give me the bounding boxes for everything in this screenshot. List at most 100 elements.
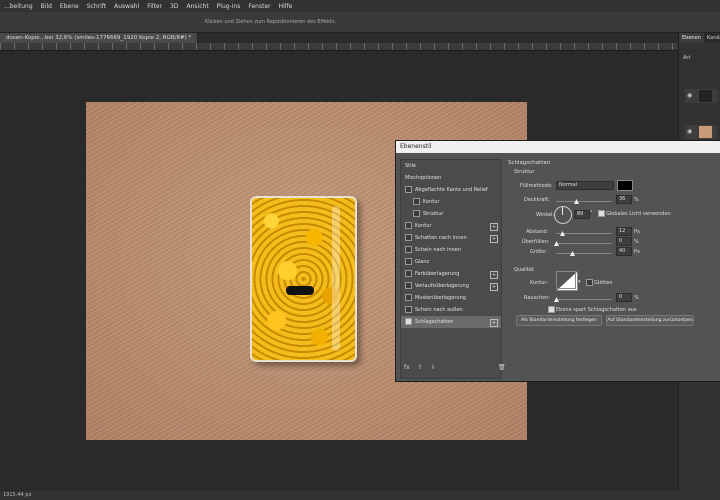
arrow-up-icon[interactable]: ⇧ <box>418 364 423 371</box>
tab-layers[interactable]: Ebenen <box>679 33 704 43</box>
shadow-color-swatch[interactable] <box>617 180 633 191</box>
visibility-eye-icon[interactable]: ◉ <box>687 92 692 99</box>
menu-item[interactable]: Hilfe <box>279 3 293 10</box>
menu-item[interactable]: Bild <box>41 3 52 10</box>
make-default-button[interactable]: Als Standardeinstellung festlegen <box>516 315 602 326</box>
options-hint: Klicken und Ziehen zum Repositionieren d… <box>205 19 337 25</box>
style-item-inner-glow[interactable]: Schein nach innen <box>401 244 501 256</box>
checkbox[interactable] <box>405 258 412 265</box>
emoji-sunglasses <box>286 286 314 295</box>
size-label: Größe: <box>530 249 547 255</box>
fill-method-select[interactable]: Normal <box>556 181 614 190</box>
distance-slider[interactable] <box>556 233 612 234</box>
section-title: Schlagschatten <box>508 160 551 166</box>
opacity-input[interactable]: 36 <box>616 195 632 204</box>
layer-row[interactable]: ◉ <box>685 125 717 139</box>
smooth-checkbox[interactable] <box>586 279 593 286</box>
angle-dial-needle <box>562 207 563 215</box>
menu-item[interactable]: 3D <box>170 3 178 10</box>
horizontal-ruler <box>0 43 678 51</box>
style-item-gradient-overlay[interactable]: Verlaufsüberlagerung + <box>401 280 501 292</box>
checkbox[interactable] <box>405 270 412 277</box>
checkbox[interactable] <box>405 222 412 229</box>
menu-item[interactable]: ...beitung <box>4 3 33 10</box>
noise-label: Rauschen: <box>524 295 551 301</box>
checkbox[interactable] <box>413 210 420 217</box>
reset-default-button[interactable]: Auf Standardeinstellung zurücksetzen <box>606 315 694 326</box>
subsection-title: Struktur <box>514 169 535 175</box>
global-light-checkbox[interactable] <box>598 210 605 217</box>
drop-shadow-settings: Schlagschatten Struktur Füllmethode: Nor… <box>506 155 716 377</box>
spread-input[interactable]: 0 <box>616 237 632 246</box>
add-icon[interactable]: + <box>490 223 498 231</box>
add-icon[interactable]: + <box>490 283 498 291</box>
layer-thumbnail <box>699 126 712 138</box>
quality-title: Qualität <box>514 267 534 273</box>
opacity-label: Deckkraft: <box>524 197 550 203</box>
style-item-drop-shadow[interactable]: Schlagschatten + <box>401 316 501 328</box>
style-item-blending-options[interactable]: Mischoptionen <box>401 172 501 184</box>
spread-slider[interactable] <box>556 243 612 244</box>
style-item-pattern-overlay[interactable]: Musterüberlagerung <box>401 292 501 304</box>
emoji-tin-image <box>250 196 357 362</box>
checkbox[interactable] <box>405 246 412 253</box>
arrow-down-icon[interactable]: ⇩ <box>431 364 436 371</box>
style-item-satin[interactable]: Glanz <box>401 256 501 268</box>
tab-channels[interactable]: Kanäle <box>704 33 720 43</box>
menu-item[interactable]: Schrift <box>87 3 106 10</box>
checkbox[interactable] <box>405 186 412 193</box>
checkbox[interactable] <box>413 198 420 205</box>
add-icon[interactable]: + <box>490 235 498 243</box>
style-item-outer-glow[interactable]: Schein nach außen <box>401 304 501 316</box>
size-slider[interactable] <box>556 253 612 254</box>
visibility-eye-icon[interactable]: ◉ <box>687 128 692 135</box>
menu-item[interactable]: Fenster <box>248 3 270 10</box>
menu-bar: ...beitung Bild Ebene Schrift Auswahl Fi… <box>0 0 720 12</box>
layer-row[interactable]: ◉ <box>685 89 717 103</box>
style-item-stroke[interactable]: Kontur + <box>401 220 501 232</box>
angle-label: Winkel: <box>536 212 555 218</box>
spread-label: Überfüllen: <box>522 239 550 245</box>
contour-label: Kontur: <box>530 280 549 286</box>
checkbox[interactable] <box>405 282 412 289</box>
fill-method-label: Füllmethode: <box>520 183 553 189</box>
knockout-checkbox[interactable] <box>548 306 555 313</box>
style-item-inner-shadow[interactable]: Schatten nach innen + <box>401 232 501 244</box>
options-bar: Klicken und Ziehen zum Repositionieren d… <box>0 12 720 33</box>
checkbox[interactable] <box>405 318 412 325</box>
menu-item[interactable]: Plug-ins <box>217 3 241 10</box>
contour-frame <box>556 271 576 289</box>
checkbox[interactable] <box>405 234 412 241</box>
size-input[interactable]: 40 <box>616 247 632 256</box>
add-icon[interactable]: + <box>490 319 498 327</box>
add-icon[interactable]: + <box>490 271 498 279</box>
menu-item[interactable]: Filter <box>147 3 162 10</box>
style-item-styles[interactable]: Stile <box>401 160 501 172</box>
menu-item[interactable]: Ebene <box>60 3 79 10</box>
noise-input[interactable]: 0 <box>616 293 632 302</box>
style-item-texture[interactable]: Struktur <box>401 208 501 220</box>
fx-icon[interactable]: fx <box>404 364 410 371</box>
trash-icon[interactable]: 🗑 <box>498 364 506 371</box>
style-item-bevel-contour[interactable]: Kontur <box>401 196 501 208</box>
checkbox[interactable] <box>405 294 412 301</box>
layers-panel-tabs: Ebenen Kanäle <box>679 33 720 43</box>
style-item-color-overlay[interactable]: Farbüberlagerung + <box>401 268 501 280</box>
layer-thumbnail <box>699 90 712 102</box>
contour-dropdown-icon[interactable]: ▾ <box>578 279 581 285</box>
style-item-bevel[interactable]: Abgeflachte Kante und Relief <box>401 184 501 196</box>
checkbox[interactable] <box>405 306 412 313</box>
unit-percent: % <box>634 197 639 203</box>
global-light-label: Globales Licht verwenden <box>606 211 671 217</box>
menu-item[interactable]: Auswahl <box>114 3 139 10</box>
angle-input[interactable]: 89 <box>574 210 590 219</box>
noise-slider[interactable] <box>556 299 612 300</box>
menu-item[interactable]: Ansicht <box>187 3 209 10</box>
smooth-label: Glätten <box>594 280 613 286</box>
document-tab[interactable]: dosen-Kopie...bei 32,6% (smiles-1776669_… <box>0 33 199 43</box>
layer-filter-kind[interactable]: Art <box>679 43 720 61</box>
opacity-slider[interactable] <box>556 201 612 202</box>
angle-dial[interactable] <box>554 206 572 224</box>
distance-input[interactable]: 12 <box>616 227 632 236</box>
dialog-title: Ebenenstil <box>396 141 720 153</box>
